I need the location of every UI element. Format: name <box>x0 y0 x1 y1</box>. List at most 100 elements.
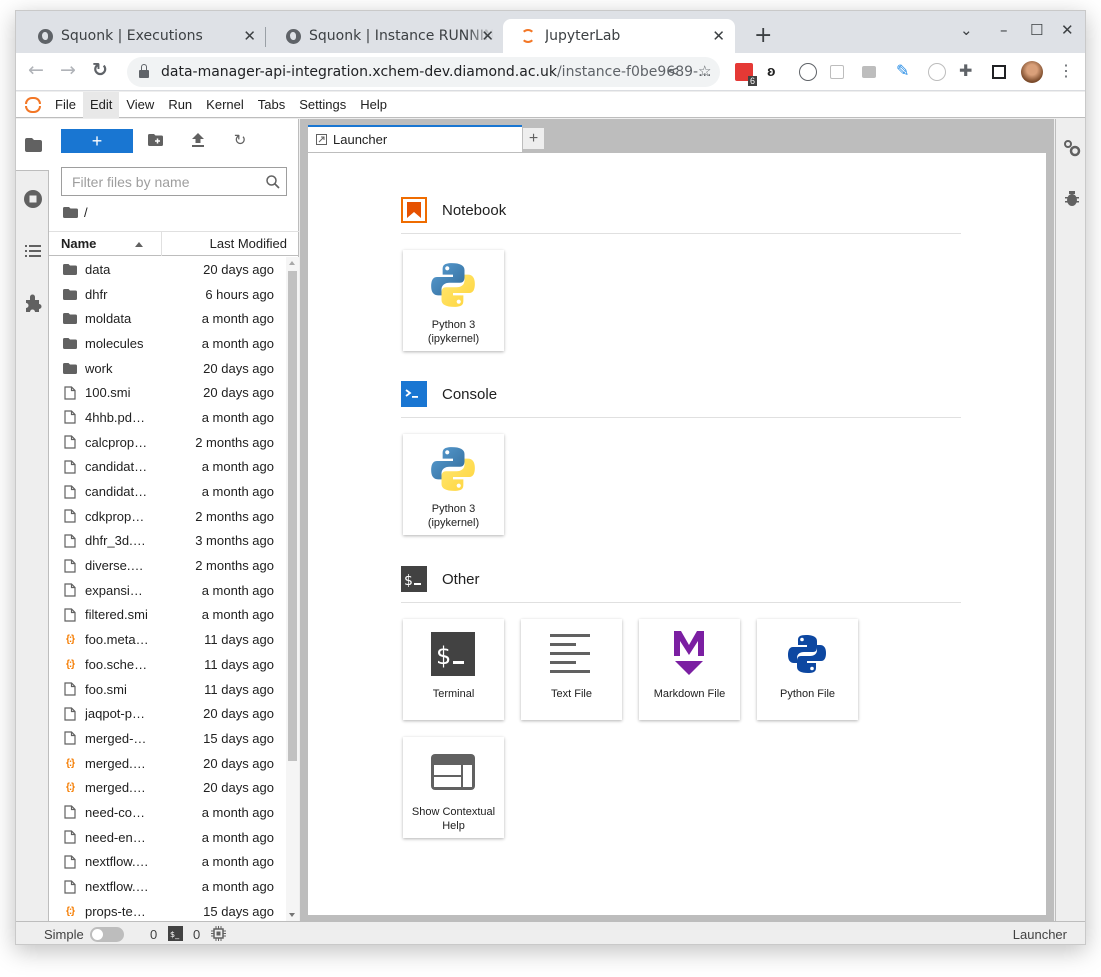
menu-help[interactable]: Help <box>353 92 394 118</box>
file-list-scrollbar[interactable] <box>286 257 299 921</box>
upload-button[interactable] <box>190 132 206 148</box>
target-extension-icon[interactable] <box>928 63 946 81</box>
file-icon <box>63 386 77 400</box>
address-bar[interactable]: data-manager-api-integration.xchem-dev.d… <box>127 57 720 87</box>
sidebar-tab-extensions[interactable] <box>16 277 49 329</box>
new-folder-button[interactable] <box>147 132 163 148</box>
browser-tab-executions[interactable]: Squonk | Executions ✕ <box>20 19 266 53</box>
share-icon[interactable]: < <box>667 62 680 80</box>
file-list-item[interactable]: {:} foo.meta… 11 days ago <box>49 627 285 652</box>
kernels-count[interactable]: 0 <box>193 927 200 942</box>
close-window-button[interactable]: ✕ <box>1061 21 1074 39</box>
launcher-card-text-file[interactable]: Text File <box>521 619 622 720</box>
launcher-card-console-python3[interactable]: Python 3 (ipykernel) <box>403 434 504 535</box>
debugger-tab[interactable] <box>1065 191 1079 210</box>
file-list-item[interactable]: data 20 days ago <box>49 257 285 282</box>
minimize-button[interactable]: – <box>1000 21 1008 39</box>
menu-run[interactable]: Run <box>161 92 199 118</box>
launcher-card-notebook-python3[interactable]: Python 3 (ipykernel) <box>403 250 504 351</box>
file-modified: a month ago <box>201 459 274 475</box>
dock-tab-launcher[interactable]: Launcher <box>308 125 522 152</box>
browser-menu-icon[interactable]: ⋮ <box>1058 63 1076 81</box>
console-icon <box>401 381 427 407</box>
profile-avatar[interactable] <box>1021 61 1043 83</box>
reload-button[interactable]: ↻ <box>92 59 108 81</box>
file-list-item[interactable]: candidat… a month ago <box>49 479 285 504</box>
sidebar-tab-file-browser[interactable] <box>16 119 50 171</box>
file-list-item[interactable]: dhfr_3d.… 3 months ago <box>49 529 285 554</box>
file-list-item[interactable]: {:} merged.… 20 days ago <box>49 775 285 800</box>
breadcrumb-root[interactable]: / <box>84 205 88 220</box>
side-panel-icon[interactable] <box>992 65 1006 79</box>
launcher-card-markdown-file[interactable]: Markdown File <box>639 619 740 720</box>
column-header-last-modified[interactable]: Last Modified <box>210 232 287 256</box>
file-list-item[interactable]: {:} foo.sche… 11 days ago <box>49 652 285 677</box>
scrollbar-thumb[interactable] <box>288 271 297 761</box>
browser-tab-jupyterlab[interactable]: JupyterLab ✕ <box>503 19 735 53</box>
new-tab-button[interactable]: + <box>754 23 772 48</box>
file-list-item[interactable]: merged-… 15 days ago <box>49 726 285 751</box>
close-tab-icon[interactable]: ✕ <box>712 27 725 45</box>
file-list-item[interactable]: work 20 days ago <box>49 356 285 381</box>
simple-mode-toggle[interactable] <box>90 927 124 942</box>
menu-tabs[interactable]: Tabs <box>251 92 292 118</box>
file-list-item[interactable]: molecules a month ago <box>49 331 285 356</box>
sidebar-tab-running[interactable] <box>16 173 49 225</box>
file-list-item[interactable]: need-en… a month ago <box>49 825 285 850</box>
file-list-item[interactable]: nextflow.… a month ago <box>49 874 285 899</box>
launcher-card-python-file[interactable]: Python File <box>757 619 858 720</box>
launcher-card-terminal[interactable]: $ Terminal <box>403 619 504 720</box>
menu-settings[interactable]: Settings <box>292 92 353 118</box>
property-inspector-tab[interactable] <box>1063 139 1081 160</box>
bookmark-star-icon[interactable]: ☆ <box>698 62 711 80</box>
maximize-button[interactable]: ☐ <box>1030 21 1043 39</box>
extensions-puzzle-icon[interactable]: ✚ <box>959 63 977 81</box>
menu-edit[interactable]: Edit <box>82 91 120 118</box>
file-list-item[interactable]: candidat… a month ago <box>49 455 285 480</box>
file-list-item[interactable]: {:} merged.… 20 days ago <box>49 751 285 776</box>
browser-tab-instance[interactable]: Squonk | Instance RUNNING ✕ <box>268 19 504 53</box>
menu-kernel[interactable]: Kernel <box>199 92 251 118</box>
sidebar-tab-toc[interactable] <box>16 225 49 277</box>
file-list-item[interactable]: cdkprop… 2 months ago <box>49 504 285 529</box>
bootstrap-extension-icon[interactable] <box>830 65 844 79</box>
file-modified: 11 days ago <box>204 656 274 672</box>
file-list-item[interactable]: foo.smi 11 days ago <box>49 677 285 702</box>
file-list-item[interactable]: dhfr 6 hours ago <box>49 282 285 307</box>
menu-view[interactable]: View <box>119 92 161 118</box>
file-list-item[interactable]: {:} props-te… 15 days ago <box>49 899 285 921</box>
column-header-name[interactable]: Name <box>49 232 162 256</box>
forward-button[interactable]: → <box>60 59 76 81</box>
terminals-count[interactable]: 0 <box>150 927 157 942</box>
file-list-item[interactable]: calcprop… 2 months ago <box>49 430 285 455</box>
gnome-extension-icon[interactable]: ʚ <box>767 63 785 81</box>
new-launcher-tab-button[interactable]: + <box>522 127 545 150</box>
launcher-card-contextual-help[interactable]: Show Contextual Help <box>403 737 504 838</box>
file-modified: 15 days ago <box>203 730 274 746</box>
close-tab-icon[interactable]: ✕ <box>481 27 494 45</box>
file-list-item[interactable]: 4hhb.pd… a month ago <box>49 405 285 430</box>
feather-extension-icon[interactable]: ✎ <box>896 63 914 81</box>
file-list-item[interactable]: 100.smi 20 days ago <box>49 380 285 405</box>
filter-files-input[interactable] <box>61 167 287 196</box>
tab-search-icon[interactable]: ⌄ <box>960 21 973 39</box>
file-list-item[interactable]: nextflow.… a month ago <box>49 850 285 875</box>
chat-extension-icon[interactable] <box>862 66 876 78</box>
home-folder-icon[interactable] <box>63 207 78 218</box>
file-list-item[interactable]: filtered.smi a month ago <box>49 603 285 628</box>
file-modified: a month ago <box>201 879 274 895</box>
file-list-item[interactable]: diverse.… 2 months ago <box>49 553 285 578</box>
file-list-item[interactable]: need-co… a month ago <box>49 800 285 825</box>
extension-red-icon[interactable]: 6 <box>735 63 757 86</box>
file-list-item[interactable]: jaqpot-p… 20 days ago <box>49 701 285 726</box>
back-button[interactable]: ← <box>28 59 44 81</box>
new-launcher-button[interactable]: + <box>61 129 133 153</box>
scroll-up-arrow-icon[interactable] <box>289 261 295 265</box>
close-tab-icon[interactable]: ✕ <box>243 27 256 45</box>
scroll-down-arrow-icon[interactable] <box>289 913 295 917</box>
refresh-button[interactable]: ↻ <box>232 132 248 149</box>
json-viewer-icon[interactable] <box>799 63 817 81</box>
menu-file[interactable]: File <box>48 92 83 118</box>
file-list-item[interactable]: moldata a month ago <box>49 306 285 331</box>
file-list-item[interactable]: expansi… a month ago <box>49 578 285 603</box>
